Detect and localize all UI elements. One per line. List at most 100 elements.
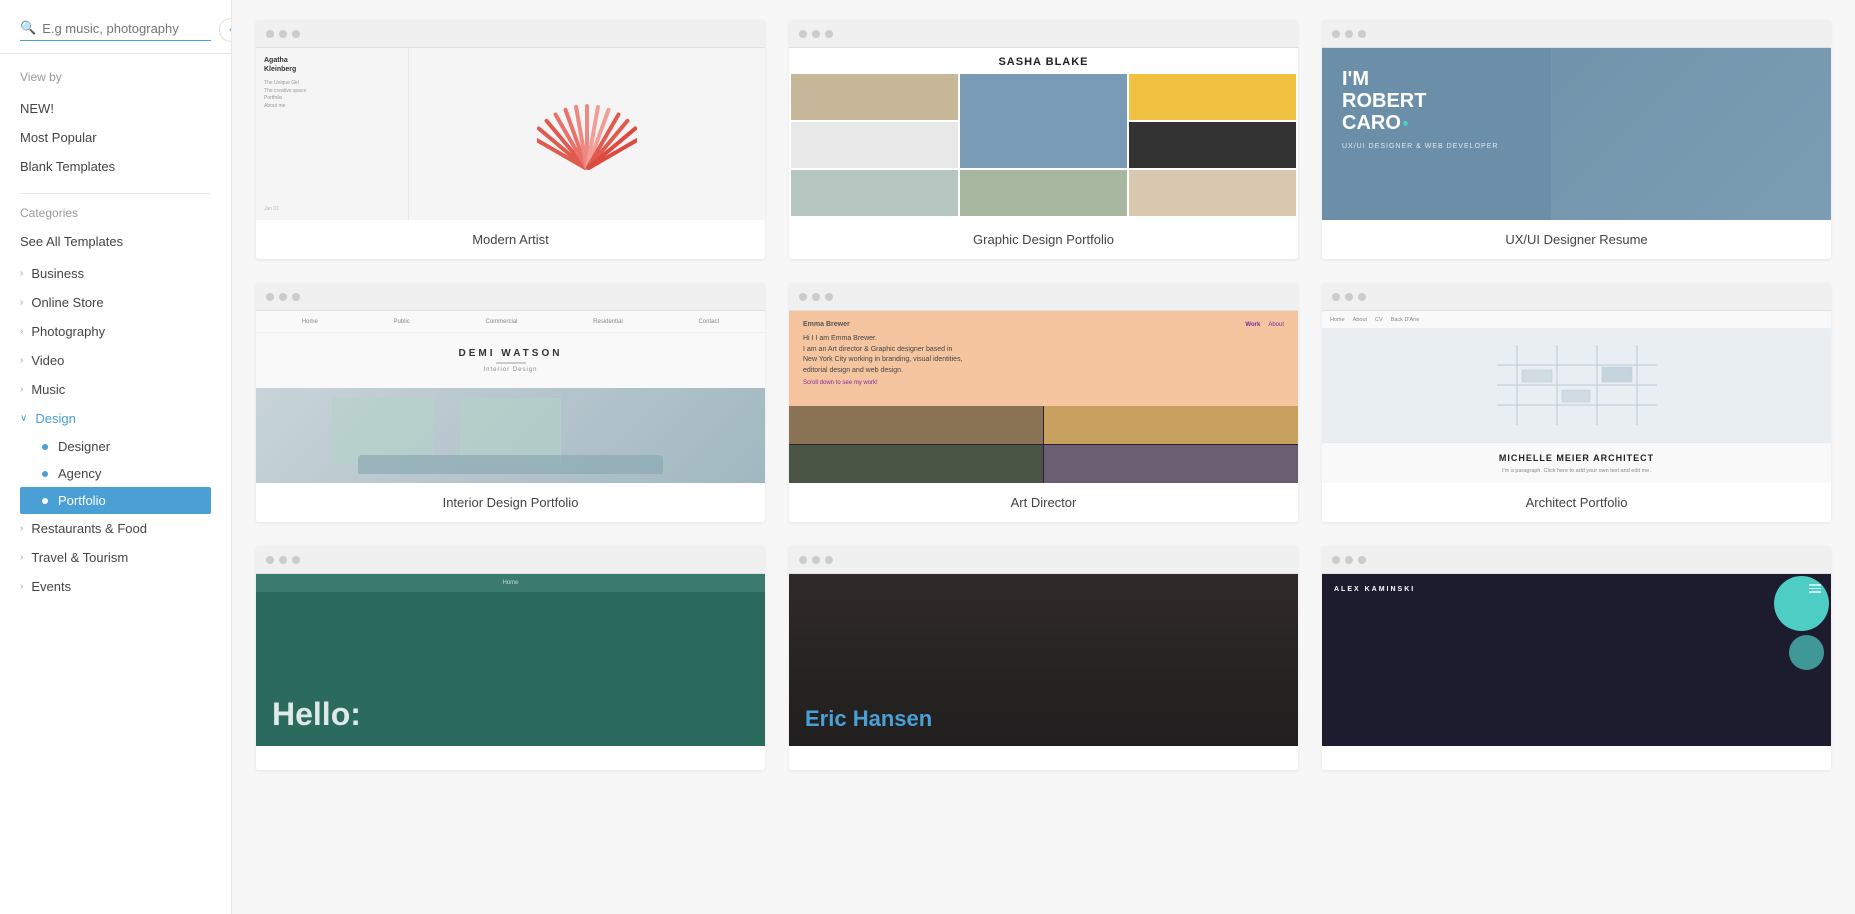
architect-name-area: MICHELLE MEIER ARCHITECT I'm a paragraph… <box>1322 442 1831 483</box>
sidebar-item-design[interactable]: ∨ Design <box>20 404 211 433</box>
browser-dot <box>1358 30 1366 38</box>
view-by-label: View by <box>20 70 211 84</box>
sidebar-item-music[interactable]: › Music <box>20 375 211 404</box>
sidebar-item-restaurants[interactable]: › Restaurants & Food <box>20 514 211 543</box>
browser-dot <box>812 556 820 564</box>
template-card-modern-artist[interactable]: AgathaKleinberg The Unique Girl The crea… <box>256 20 765 259</box>
browser-dot <box>279 556 287 564</box>
artist-nav: The Unique Girl The creative space Portf… <box>264 80 400 110</box>
collage-3 <box>789 445 1043 483</box>
template-title-alex <box>1322 746 1831 770</box>
chevron-left-icon: ‹ <box>229 24 232 36</box>
search-input[interactable] <box>42 21 211 36</box>
gd-cell-5 <box>1129 122 1296 168</box>
hello-nav: Home <box>256 574 765 592</box>
browser-chrome <box>1322 283 1831 311</box>
design-subcategories: Designer Agency Portfolio <box>20 433 211 514</box>
sidebar-item-portfolio[interactable]: Portfolio <box>20 487 211 514</box>
nav-item-new[interactable]: NEW! <box>20 94 211 123</box>
browser-chrome <box>789 283 1298 311</box>
browser-dot <box>799 30 807 38</box>
hello-text: Hello: <box>272 698 361 730</box>
art-director-nav: Work About <box>1245 322 1284 328</box>
architect-content: HomeAboutCVBack D'Ane <box>1322 311 1831 483</box>
search-container: 🔍 <box>0 0 231 54</box>
demi-name: DEMI WATSON <box>459 348 563 359</box>
chevron-right-icon: › <box>20 297 23 308</box>
eric-content: Eric Hansen <box>789 574 1298 746</box>
category-label-photography: Photography <box>31 324 105 339</box>
browser-chrome <box>1322 546 1831 574</box>
menu-line <box>1809 584 1821 586</box>
demi-line <box>496 362 526 364</box>
preview-content: AgathaKleinberg The Unique Girl The crea… <box>256 48 765 220</box>
chevron-right-icon: › <box>20 355 23 366</box>
chevron-right-icon: › <box>20 268 23 279</box>
gd-cell-6 <box>791 170 958 216</box>
browser-chrome <box>256 546 765 574</box>
gd-cell-3 <box>1129 74 1296 120</box>
nav-item-blank-templates[interactable]: Blank Templates <box>20 152 211 181</box>
template-title-ux-designer: UX/UI Designer Resume <box>1322 220 1831 259</box>
template-title-architect: Architect Portfolio <box>1322 483 1831 522</box>
hello-main: Hello: <box>256 592 765 746</box>
sidebar-item-photography[interactable]: › Photography <box>20 317 211 346</box>
template-card-interior-design[interactable]: HomePublicCommercialResidentialContact D… <box>256 283 765 522</box>
sidebar-item-business[interactable]: › Business <box>20 259 211 288</box>
art-director-content: Emma Brewer Work About Hi I I am Emma Br… <box>789 311 1298 483</box>
interior-image <box>256 388 765 483</box>
browser-dot <box>1345 293 1353 301</box>
sidebar-item-video[interactable]: › Video <box>20 346 211 375</box>
chevron-right-icon: › <box>20 581 23 592</box>
template-card-art-director[interactable]: Emma Brewer Work About Hi I I am Emma Br… <box>789 283 1298 522</box>
browser-chrome <box>789 546 1298 574</box>
subcategory-label-designer: Designer <box>58 439 110 454</box>
nav-item-most-popular[interactable]: Most Popular <box>20 123 211 152</box>
template-card-hello[interactable]: Home Hello: <box>256 546 765 770</box>
robert-text-area: I'MROBERTCARO UX/UI DESIGNER & WEB DEVEL… <box>1342 68 1498 153</box>
sidebar-item-travel[interactable]: › Travel & Tourism <box>20 543 211 572</box>
template-card-graphic-design[interactable]: SASHA BLAKE Graphic Design Portfolio <box>789 20 1298 259</box>
gd-cell-8 <box>1129 170 1296 216</box>
template-card-alex[interactable]: ALEX KAMINSKI <box>1322 546 1831 770</box>
view-by-section: View by NEW! Most Popular Blank Template… <box>0 54 231 181</box>
dot-icon <box>42 498 48 504</box>
browser-dot <box>1332 30 1340 38</box>
template-card-eric-hansen[interactable]: Eric Hansen <box>789 546 1298 770</box>
browser-dot <box>292 30 300 38</box>
artist-footer: Jan 01 <box>264 206 400 212</box>
emma-name-text: Emma Brewer <box>803 321 850 328</box>
sidebar-item-online-store[interactable]: › Online Store <box>20 288 211 317</box>
category-label-online-store: Online Store <box>31 295 103 310</box>
robert-name-text: I'MROBERTCARO <box>1342 68 1498 134</box>
main-content: AgathaKleinberg The Unique Girl The crea… <box>232 0 1855 914</box>
michelle-name: MICHELLE MEIER ARCHITECT <box>1334 453 1819 463</box>
browser-dot <box>1345 30 1353 38</box>
sidebar-item-designer[interactable]: Designer <box>42 433 211 460</box>
see-all-templates[interactable]: See All Templates <box>20 228 211 255</box>
chevron-down-icon: ∨ <box>20 413 27 424</box>
subcategory-label-agency: Agency <box>58 466 101 481</box>
template-title-modern-artist: Modern Artist <box>256 220 765 259</box>
browser-dot <box>292 293 300 301</box>
menu-line <box>1809 588 1821 590</box>
collage-1 <box>789 406 1043 444</box>
alex-name-text: ALEX KAMINSKI <box>1334 586 1415 593</box>
category-label-design: Design <box>35 411 75 426</box>
chevron-right-icon: › <box>20 326 23 337</box>
sidebar-item-agency[interactable]: Agency <box>42 460 211 487</box>
browser-dot <box>799 293 807 301</box>
browser-dot <box>266 30 274 38</box>
template-card-architect[interactable]: HomeAboutCVBack D'Ane <box>1322 283 1831 522</box>
template-card-ux-designer[interactable]: I'MROBERTCARO UX/UI DESIGNER & WEB DEVEL… <box>1322 20 1831 259</box>
portrait-bg <box>1551 48 1831 220</box>
browser-dot <box>799 556 807 564</box>
interior-nav: HomePublicCommercialResidentialContact <box>256 311 765 333</box>
sidebar-item-events[interactable]: › Events <box>20 572 211 601</box>
category-label-travel: Travel & Tourism <box>31 550 128 565</box>
browser-dot <box>825 556 833 564</box>
template-title-hello <box>256 746 765 770</box>
template-preview-ux-designer: I'MROBERTCARO UX/UI DESIGNER & WEB DEVEL… <box>1322 20 1831 220</box>
browser-dot <box>279 30 287 38</box>
category-label-restaurants: Restaurants & Food <box>31 521 147 536</box>
